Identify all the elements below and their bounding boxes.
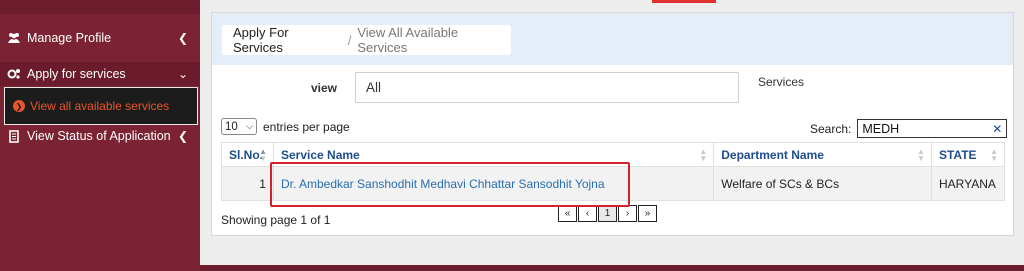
circle-arrow-icon: ❯ — [13, 100, 25, 112]
chevron-down-icon: ⌵ — [246, 121, 253, 131]
top-accent-bar — [652, 0, 716, 3]
breadcrumb-parent[interactable]: Apply For Services — [233, 25, 342, 55]
chevron-left-icon: ❮ — [177, 129, 188, 143]
cell-department: Welfare of SCs & BCs — [713, 166, 932, 201]
sidebar-item-view-status[interactable]: View Status of Application ❮ — [0, 126, 200, 146]
cell-department-value: Welfare of SCs & BCs — [721, 176, 840, 191]
sidebar-item-manage-profile[interactable]: Manage Profile ❮ — [0, 28, 200, 48]
column-header-label: Service Name — [280, 147, 360, 162]
search-control: Search: MEDH ✕ — [810, 119, 1008, 138]
column-header-state[interactable]: STATE ▲ ▼ — [930, 142, 1006, 167]
previous-page-button[interactable]: ‹ — [578, 205, 597, 222]
search-input[interactable]: MEDH ✕ — [857, 119, 1008, 138]
breadcrumb-separator: / — [347, 32, 352, 48]
view-select-value: All — [366, 80, 382, 95]
panel-header: Apply For Services / View All Available … — [212, 13, 1013, 65]
users-icon — [7, 31, 21, 45]
entries-per-page-select[interactable]: 10 ⌵ — [221, 118, 257, 135]
sort-icon: ▲ ▼ — [917, 146, 925, 163]
column-header-label: STATE — [938, 147, 977, 162]
column-header-label: Sl.No. — [229, 147, 264, 162]
sidebar: Manage Profile ❮ Apply for services ⌄ ❯ … — [0, 0, 200, 271]
document-icon — [7, 129, 21, 143]
entries-control: 10 ⌵ entries per page — [221, 118, 350, 135]
cell-state-value: HARYANA — [938, 176, 996, 191]
cell-slno-value: 1 — [259, 176, 266, 191]
sort-icon: ▲ ▼ — [699, 146, 708, 163]
sidebar-item-label: Manage Profile — [27, 31, 112, 45]
column-header-label: Department Name — [721, 147, 824, 162]
first-page-button[interactable]: « — [558, 205, 577, 222]
entries-label: entries per page — [263, 119, 350, 134]
pagination: « ‹ 1 › » — [558, 205, 658, 222]
page-1-button[interactable]: 1 — [598, 205, 617, 222]
clear-icon[interactable]: ✕ — [992, 122, 1002, 136]
next-page-button[interactable]: › — [618, 205, 637, 222]
services-label: Services — [758, 75, 805, 89]
sidebar-item-apply-services[interactable]: Apply for services ⌄ — [0, 62, 200, 86]
sidebar-item-view-all-services[interactable]: ❯ View all available services — [4, 87, 198, 125]
sidebar-top-strip — [0, 0, 200, 14]
sidebar-item-label: View Status of Application — [27, 129, 171, 143]
view-select[interactable]: All — [355, 72, 739, 103]
view-label: view — [311, 81, 338, 95]
search-input-value: MEDH — [862, 121, 900, 136]
chevron-left-icon: ❮ — [177, 31, 188, 45]
footer-strip — [200, 265, 1024, 271]
sort-icon: ▲ ▼ — [259, 146, 267, 163]
breadcrumb-current: View All Available Services — [357, 25, 459, 55]
column-header-department[interactable]: Department Name ▲ ▼ — [713, 142, 932, 167]
chevron-down-icon: ⌄ — [177, 67, 188, 81]
highlight-box — [270, 162, 630, 207]
gears-icon — [7, 67, 21, 81]
sidebar-item-label: View all available services — [30, 99, 170, 113]
search-label: Search: — [810, 121, 852, 136]
column-header-slno[interactable]: Sl.No. ▲ ▼ — [221, 142, 274, 167]
breadcrumb: Apply For Services / View All Available … — [222, 25, 511, 55]
sort-icon: ▲ ▼ — [990, 146, 998, 163]
pagination-info: Showing page 1 of 1 — [221, 213, 331, 227]
last-page-button[interactable]: » — [638, 205, 657, 222]
cell-slno: 1 — [221, 166, 274, 201]
entries-value: 10 — [225, 120, 238, 133]
cell-state: HARYANA — [930, 166, 1006, 201]
sidebar-item-label: Apply for services — [27, 67, 126, 81]
